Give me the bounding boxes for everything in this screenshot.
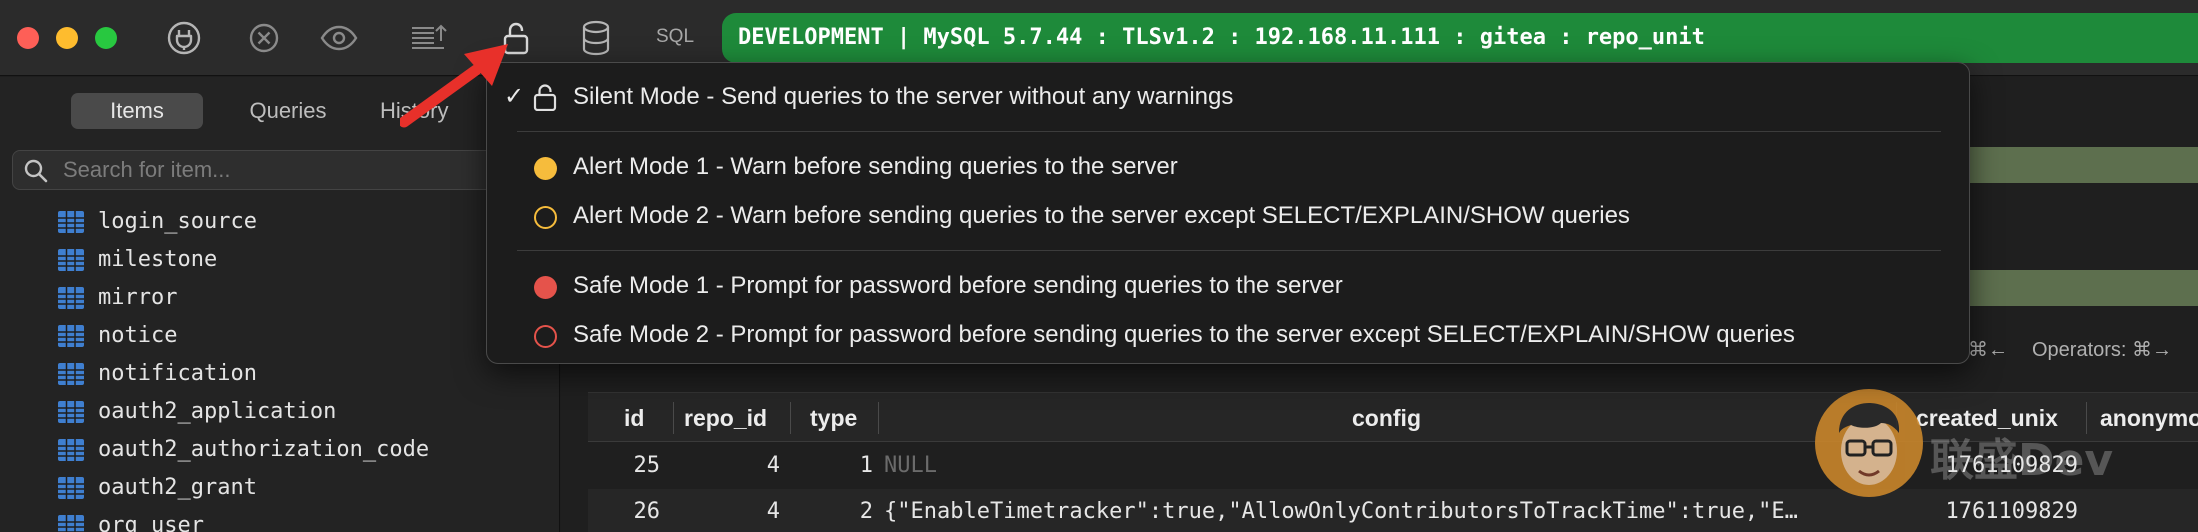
column-header-config[interactable]: config — [1352, 393, 1502, 443]
sidebar: Items Queries History login_source miles… — [0, 77, 560, 532]
table-icon — [58, 249, 84, 271]
table-item-mirror[interactable]: mirror — [58, 279, 429, 317]
connection-status-bar: DEVELOPMENT | MySQL 5.7.44 : TLSv1.2 : 1… — [722, 13, 2198, 63]
cell-id[interactable]: 25 — [588, 443, 661, 489]
cell-type[interactable]: 2 — [793, 489, 873, 532]
table-name: notification — [98, 361, 257, 386]
safe-mode-menu: ✓ Silent Mode - Send queries to the serv… — [486, 62, 1970, 364]
table-item-oauth2-application[interactable]: oauth2_application — [58, 393, 429, 431]
lock-open-icon — [533, 84, 557, 111]
watermark-text: 联盛Dev — [1930, 435, 2114, 486]
cell-repo-id[interactable]: 4 — [678, 489, 780, 532]
table-icon — [58, 287, 84, 309]
table-name: login_source — [98, 209, 257, 234]
menu-item-label: Silent Mode - Send queries to the server… — [573, 83, 1234, 110]
table-name: oauth2_application — [98, 399, 337, 424]
table-list: login_source milestone mirror notice not… — [58, 203, 429, 532]
close-window-button[interactable] — [17, 27, 39, 49]
table-name: milestone — [98, 247, 218, 272]
column-separator — [878, 402, 879, 434]
column-header-type[interactable]: type — [810, 393, 880, 443]
menu-item-safe-mode-2[interactable]: Safe Mode 2 - Prompt for password before… — [487, 313, 1971, 357]
yellow-outline-dot-icon — [534, 206, 557, 229]
red-filled-dot-icon — [534, 276, 557, 299]
table-icon — [58, 401, 84, 423]
table-row[interactable]: 26 4 2 {"EnableTimetracker":true,"AllowO… — [588, 489, 2198, 532]
table-name: org_user — [98, 513, 204, 532]
menu-item-label: Safe Mode 1 - Prompt for password before… — [573, 272, 1343, 299]
menu-item-silent-mode[interactable]: ✓ Silent Mode - Send queries to the serv… — [487, 75, 1971, 119]
table-name: mirror — [98, 285, 178, 310]
table-name: oauth2_authorization_code — [98, 437, 430, 462]
table-icon — [58, 477, 84, 499]
menu-separator — [517, 250, 1941, 251]
search-box — [12, 150, 552, 190]
cell-id[interactable]: 26 — [588, 489, 661, 532]
table-icon — [58, 439, 84, 461]
zoom-window-button[interactable] — [95, 27, 117, 49]
menu-item-label: Alert Mode 1 - Warn before sending queri… — [573, 153, 1178, 180]
menu-item-alert-mode-1[interactable]: Alert Mode 1 - Warn before sending queri… — [487, 145, 1971, 189]
table-name: notice — [98, 323, 178, 348]
menu-item-safe-mode-1[interactable]: Safe Mode 1 - Prompt for password before… — [487, 264, 1971, 308]
table-icon — [58, 515, 84, 532]
search-input[interactable] — [63, 151, 543, 189]
cell-repo-id[interactable]: 4 — [678, 443, 780, 489]
sql-editor-button[interactable]: SQL — [656, 26, 694, 48]
yellow-filled-dot-icon — [534, 157, 557, 180]
preview-eye-icon[interactable] — [318, 17, 360, 59]
minimize-window-button[interactable] — [56, 27, 78, 49]
search-icon — [24, 159, 48, 183]
cell-config[interactable]: NULL — [884, 443, 1884, 489]
database-icon[interactable] — [575, 17, 617, 59]
table-item-oauth2-authorization-code[interactable]: oauth2_authorization_code — [58, 431, 429, 469]
red-outline-dot-icon — [534, 325, 557, 348]
annotation-arrow-icon — [400, 44, 508, 128]
table-item-oauth2-grant[interactable]: oauth2_grant — [58, 469, 429, 507]
table-icon — [58, 363, 84, 385]
table-item-milestone[interactable]: milestone — [58, 241, 429, 279]
table-icon — [58, 325, 84, 347]
column-header-id[interactable]: id — [624, 393, 674, 443]
tab-queries[interactable]: Queries — [228, 93, 348, 129]
tab-items[interactable]: Items — [71, 93, 203, 129]
column-header-repo-id[interactable]: repo_id — [684, 393, 784, 443]
cell-type[interactable]: 1 — [793, 443, 873, 489]
menu-item-label: Alert Mode 2 - Warn before sending queri… — [573, 202, 1630, 229]
table-item-login-source[interactable]: login_source — [58, 203, 429, 241]
table-item-org-user[interactable]: org_user — [58, 507, 429, 532]
column-separator — [673, 402, 674, 434]
column-separator — [790, 402, 791, 434]
table-item-notification[interactable]: notification — [58, 355, 429, 393]
cell-config[interactable]: {"EnableTimetracker":true,"AllowOnlyCont… — [884, 489, 1892, 532]
operators-button[interactable]: Operators: ⌘→ — [2032, 337, 2172, 362]
table-item-notice[interactable]: notice — [58, 317, 429, 355]
connection-plug-icon[interactable] — [163, 17, 205, 59]
watermark-avatar — [1815, 389, 1923, 497]
table-name: oauth2_grant — [98, 475, 257, 500]
menu-item-alert-mode-2[interactable]: Alert Mode 2 - Warn before sending queri… — [487, 194, 1971, 238]
navigate-shortcut-hint: ⌘← — [1968, 339, 2008, 361]
stop-query-icon[interactable] — [243, 17, 285, 59]
menu-item-label: Safe Mode 2 - Prompt for password before… — [573, 321, 1795, 348]
table-icon — [58, 211, 84, 233]
column-header-anonymous[interactable]: anonymo — [2100, 393, 2198, 443]
cell-created-unix[interactable]: 1761109829 — [1898, 489, 2078, 532]
menu-separator — [517, 131, 1941, 132]
